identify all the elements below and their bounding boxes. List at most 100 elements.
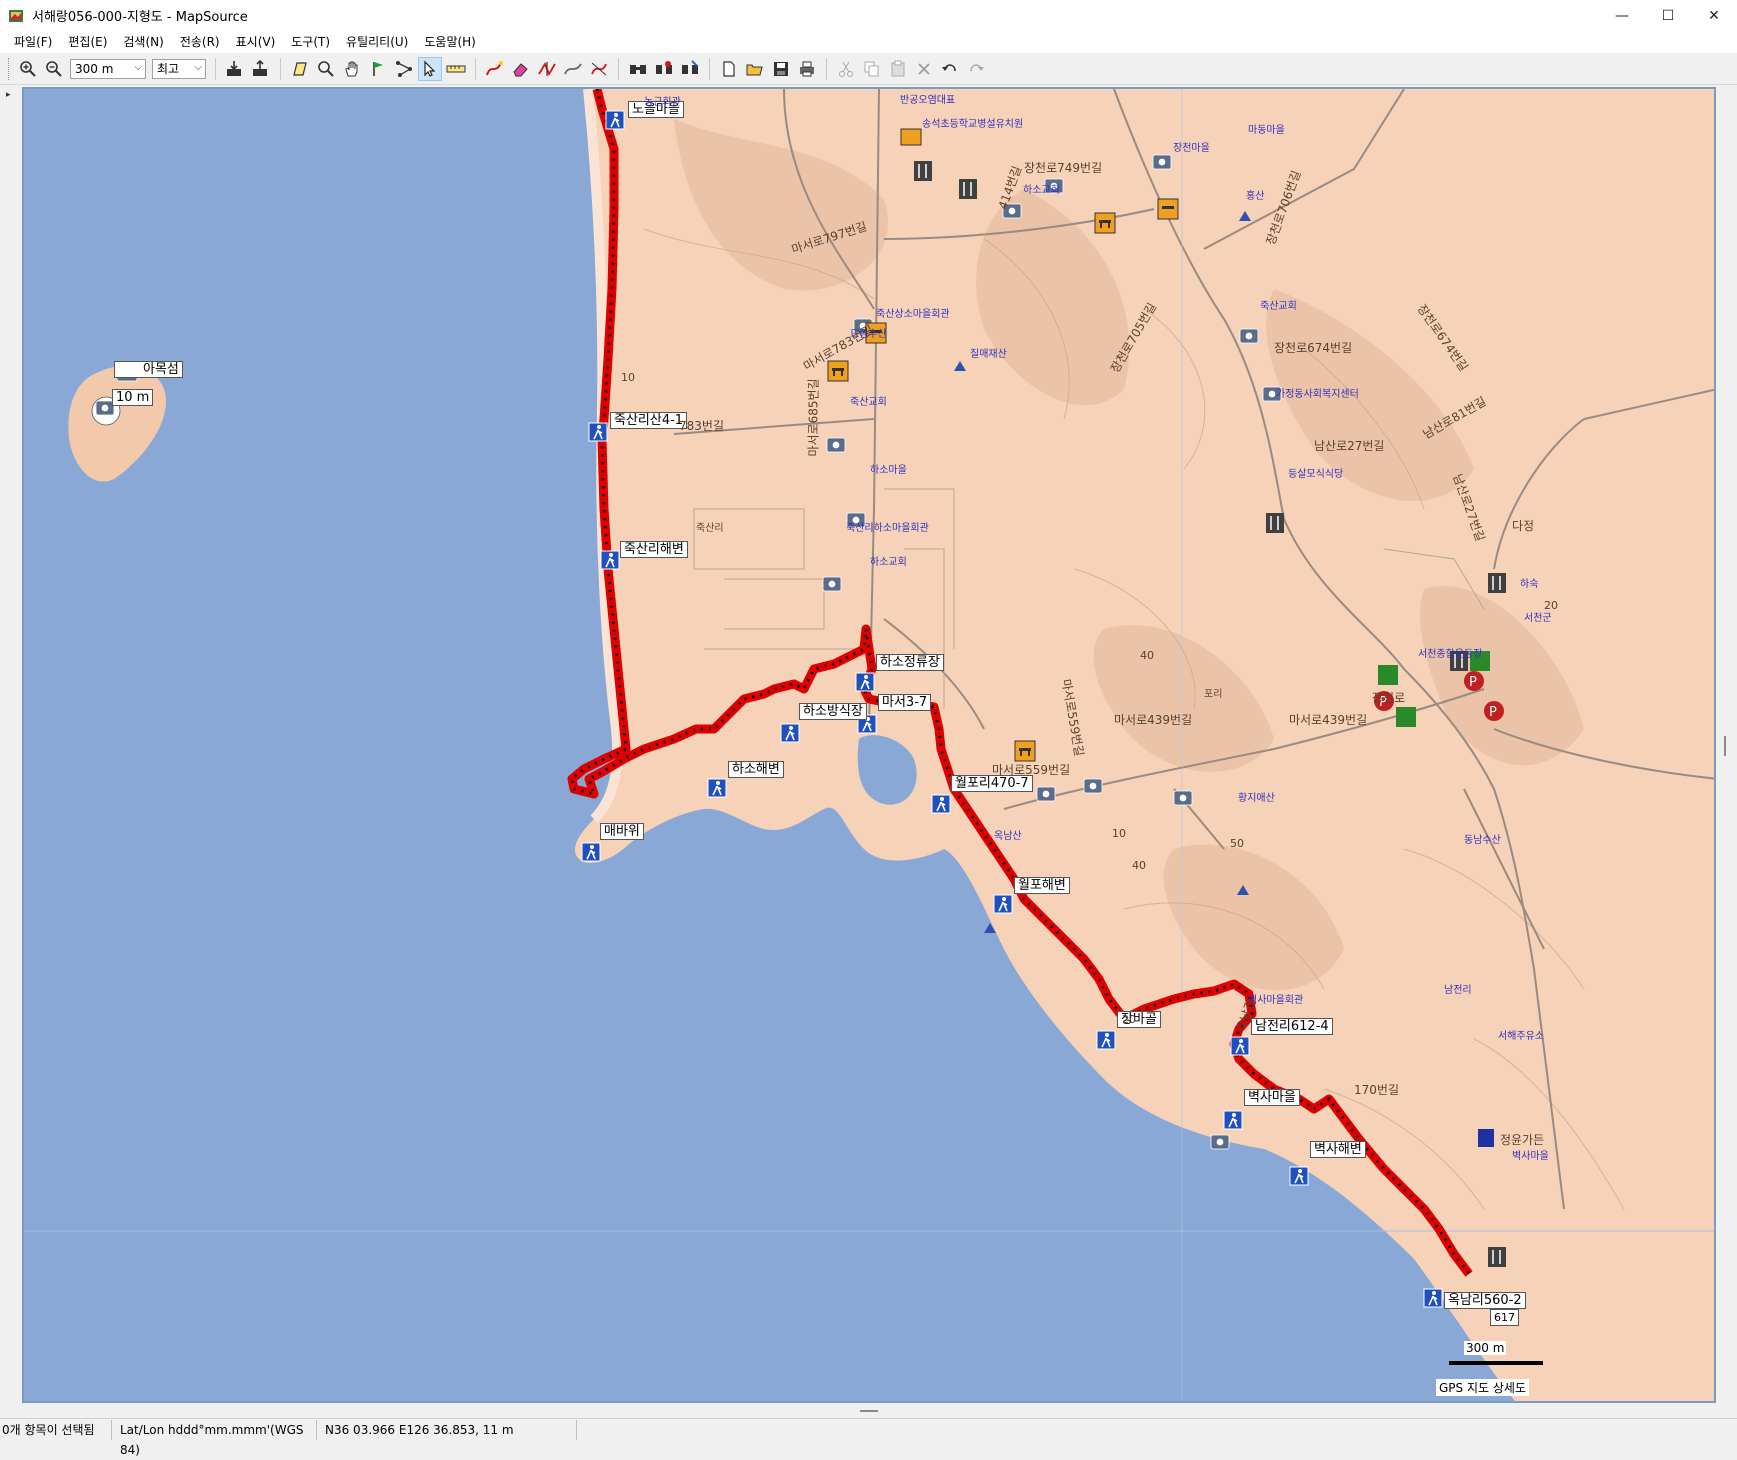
track-draw-icon[interactable] — [483, 57, 507, 81]
hiker-icon — [855, 672, 875, 692]
menu-view[interactable]: 표시(V) — [228, 31, 284, 53]
track-reverse-icon[interactable] — [587, 57, 611, 81]
road-label: 170번길 — [1354, 1083, 1399, 1097]
waypoint-label[interactable]: 매바위 — [600, 823, 644, 840]
detail-level-select[interactable]: 최고 ⌵ — [152, 58, 206, 79]
find-icon[interactable] — [626, 57, 650, 81]
route-number-shield: 617 — [1490, 1309, 1519, 1326]
minimize-button[interactable]: — — [1599, 0, 1645, 31]
waypoint-label[interactable]: 벽사마을 — [1244, 1089, 1300, 1106]
hiker-icon — [600, 550, 620, 570]
waypoint-label[interactable]: 하소정류장 — [876, 654, 944, 671]
island-depth-label: 10 m — [112, 389, 154, 406]
poi-label: 장천마을 — [1173, 143, 1210, 154]
menu-transfer[interactable]: 전송(R) — [172, 31, 228, 53]
hiker-icon — [581, 842, 601, 862]
poi-label: 죽산교회 — [1260, 301, 1297, 312]
send-to-device-icon[interactable] — [249, 57, 273, 81]
open-folder-icon[interactable] — [743, 57, 767, 81]
restaurant-icon — [1488, 573, 1506, 593]
splitter-handle[interactable] — [1724, 736, 1726, 756]
restaurant-icon — [959, 179, 977, 199]
contour-label: 10 — [621, 371, 635, 384]
poi-label: 송석초등학교병설유치원 — [922, 119, 1024, 130]
map-canvas[interactable]: P P P — [24, 89, 1716, 1403]
new-file-icon[interactable] — [717, 57, 741, 81]
zoom-out-icon[interactable] — [42, 57, 66, 81]
close-button[interactable]: ✕ — [1691, 0, 1737, 31]
save-icon[interactable] — [769, 57, 793, 81]
expand-panel-icon[interactable]: ▸ — [6, 90, 11, 100]
sport-icon — [1378, 665, 1398, 685]
zoom-scale-select[interactable]: 300 m ⌵ — [70, 58, 146, 79]
menu-file[interactable]: 파일(F) — [6, 31, 60, 53]
bottom-gutter — [0, 1404, 1737, 1418]
delete-icon[interactable] — [912, 57, 936, 81]
waypoint-tool-icon[interactable] — [366, 57, 390, 81]
side-panel-toggle-strip: ▸ — [0, 86, 22, 1404]
track-join-icon[interactable] — [561, 57, 585, 81]
parking-icon: P — [1484, 701, 1504, 721]
bus-icon — [900, 128, 922, 146]
poi-label: 동남수산 — [1464, 835, 1501, 846]
poi-label: 죽산리 — [696, 523, 724, 534]
restaurant-icon — [914, 161, 932, 181]
find-address-icon[interactable] — [678, 57, 702, 81]
hiker-icon — [1423, 1288, 1443, 1308]
poi-label: 죽산리하소마을회관 — [846, 523, 929, 534]
poi-label: 벽사마을 — [1512, 1151, 1549, 1162]
redo-icon[interactable] — [964, 57, 988, 81]
menu-search[interactable]: 검색(N) — [115, 31, 171, 53]
undo-icon[interactable] — [938, 57, 962, 81]
select-arrow-icon[interactable] — [418, 56, 442, 81]
maximize-button[interactable]: ☐ — [1645, 0, 1691, 31]
right-gutter — [1718, 86, 1737, 1404]
status-bar: 0개 항목이 선택됨 Lat/Lon hddd°mm.mmm'(WGS 84) … — [0, 1418, 1737, 1457]
poi-label: 홍산 — [1246, 191, 1265, 202]
map-view[interactable]: P P P 노을마을 죽산리산4-1 죽산리해변 하소정류장 마서3-7 하소방… — [22, 87, 1716, 1403]
menu-bar: 파일(F) 편집(E) 검색(N) 전송(R) 표시(V) 도구(T) 유틸리티… — [0, 31, 1737, 53]
bench-icon — [1157, 198, 1179, 220]
bench-icon — [1014, 740, 1036, 762]
contour-label: 40 — [1132, 859, 1146, 872]
waypoint-label[interactable]: 남전리612-4 — [1251, 1018, 1333, 1035]
menu-help[interactable]: 도움말(H) — [416, 31, 484, 53]
hand-pan-icon[interactable] — [340, 57, 364, 81]
waypoint-label[interactable]: 옥남리560-2 — [1444, 1292, 1526, 1309]
cut-icon[interactable] — [834, 57, 858, 81]
hiker-icon — [588, 422, 608, 442]
waypoint-label[interactable]: 하소해변 — [728, 761, 784, 778]
zoom-tool-icon[interactable] — [314, 57, 338, 81]
cursor-position: N36 03.966 E126 36.853, 11 m — [317, 1419, 577, 1440]
hiker-icon — [1096, 1030, 1116, 1050]
hiker-icon — [780, 723, 800, 743]
poi-label: 하소마을 — [870, 465, 907, 476]
island-label[interactable]: 아목섬 — [114, 361, 183, 378]
receive-from-device-icon[interactable] — [223, 57, 247, 81]
waypoint-label[interactable]: 하소방식장 — [799, 703, 867, 720]
hiker-icon — [1289, 1166, 1309, 1186]
hiker-icon — [1230, 1036, 1250, 1056]
measure-distance-icon[interactable] — [444, 57, 468, 81]
eraser-icon[interactable] — [509, 57, 533, 81]
zoom-in-icon[interactable] — [16, 57, 40, 81]
menu-tools[interactable]: 도구(T) — [283, 31, 338, 53]
waypoint-label[interactable]: 죽산리해변 — [620, 541, 688, 558]
map-tool-icon[interactable] — [288, 57, 312, 81]
print-icon[interactable] — [795, 57, 819, 81]
copy-icon[interactable] — [860, 57, 884, 81]
menu-utilities[interactable]: 유틸리티(U) — [338, 31, 416, 53]
track-split-icon[interactable] — [535, 57, 559, 81]
waypoint-label[interactable]: 월포해변 — [1014, 877, 1070, 894]
waypoint-label[interactable]: 죽산리산4-1 — [610, 412, 688, 429]
route-tool-icon[interactable] — [392, 57, 416, 81]
find-places-icon[interactable] — [652, 57, 676, 81]
toolbar-grip[interactable] — [8, 57, 11, 80]
waypoint-label[interactable]: 마서3-7 — [878, 694, 932, 711]
paste-icon[interactable] — [886, 57, 910, 81]
waypoint-label[interactable]: 벽사해변 — [1310, 1141, 1366, 1158]
hiker-icon — [707, 778, 727, 798]
window-title: 서해랑056-000-지형도 - MapSource — [32, 10, 248, 25]
menu-edit[interactable]: 편집(E) — [60, 31, 115, 53]
bottom-splitter-handle[interactable] — [860, 1410, 878, 1412]
